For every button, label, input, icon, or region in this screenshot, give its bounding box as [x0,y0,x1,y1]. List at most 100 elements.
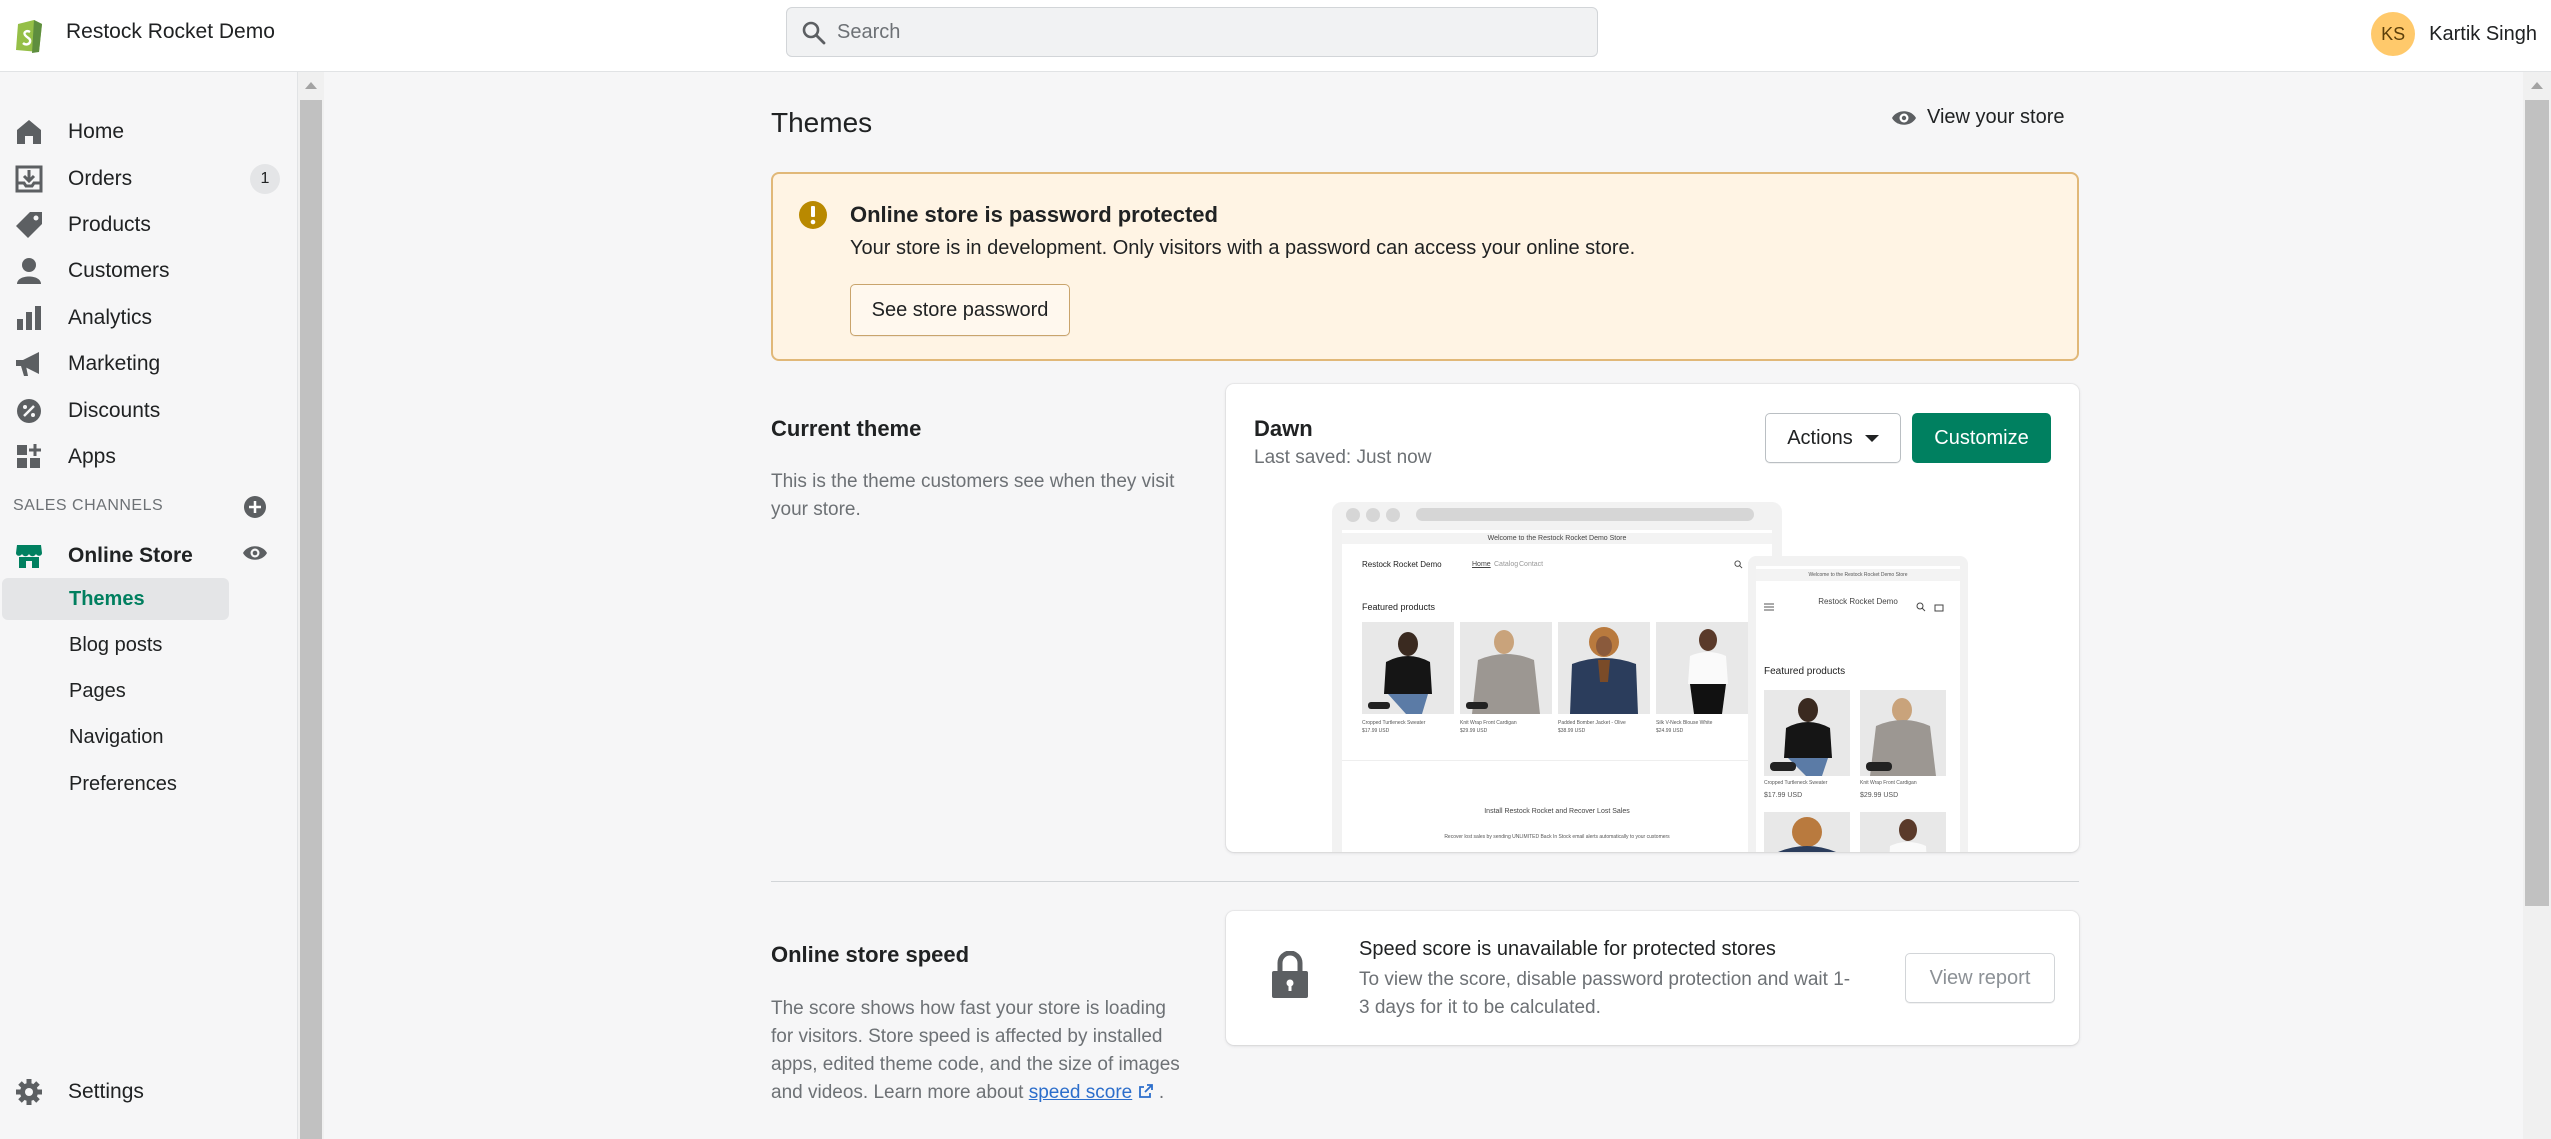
sales-channels-label: SALES CHANNELS [13,497,164,514]
orders-count-badge: 1 [250,164,280,194]
sidebar-subitem-preferences[interactable]: Preferences [2,763,229,805]
sidebar-item-label: Orders [68,167,133,190]
speed-score-link[interactable]: speed score [1029,1082,1133,1103]
speed-card-title: Speed score is unavailable for protected… [1359,938,1776,960]
sidebar-subitem-themes[interactable]: Themes [2,578,229,620]
gear-icon [16,1079,42,1105]
last-saved: Last saved: Just now [1254,447,1432,468]
user-menu[interactable]: KS Kartik Singh [2371,10,2537,58]
caret-down-icon [1864,434,1879,442]
megaphone-icon [16,352,39,376]
sidebar-item-analytics[interactable]: Analytics [14,296,284,340]
preview-search-icon [1734,560,1743,569]
preview-nav-contact: Contact [1519,561,1544,568]
store-name[interactable]: Restock Rocket Demo [66,20,275,44]
search-icon [802,21,826,45]
menu-icon [1764,603,1774,611]
customize-button[interactable]: Customize [1912,413,2051,463]
sidebar: Home Orders 1 Products Customers Analyti… [0,72,298,1139]
theme-name: Dawn [1254,416,1313,441]
external-link-icon [1138,1084,1153,1098]
sidebar-item-label: Apps [68,445,116,468]
preview-brand: Restock Rocket Demo [1818,597,1898,606]
sidebar-item-label: Home [68,120,125,143]
theme-preview-mobile[interactable]: Welcome to the Restock Rocket Demo Store… [1748,556,1968,852]
view-store-label: View your store [1927,106,2065,128]
sidebar-item-online-store[interactable]: Online Store [14,534,193,578]
product-name: Silk V-Neck Blouse White [1656,720,1713,726]
sidebar-item-label: Marketing [68,352,161,375]
sidebar-item-marketing[interactable]: Marketing [14,342,284,386]
preview-brand: Restock Rocket Demo [1362,560,1442,569]
product-price: $17.99 USD [1764,792,1803,799]
browser-chrome [1332,502,1782,526]
sidebar-item-label: Settings [68,1080,144,1103]
speed-description: The score shows how fast your store is l… [771,995,1181,1107]
banner-text: Your store is in development. Only visit… [850,237,1636,259]
eye-icon [1892,110,1916,125]
bar-chart-icon [17,306,41,330]
preview-section-title: Featured products [1764,666,1846,677]
browser-dot [1386,508,1400,522]
product-image [1656,622,1748,714]
preview-nav-home: Home [1472,561,1491,568]
preview-search-icon [1916,602,1926,612]
sidebar-subitem-navigation[interactable]: Navigation [2,716,229,758]
preview-footer-title: Install Restock Rocket and Recover Lost … [1484,808,1630,815]
sidebar-scroll-up-arrow[interactable] [305,82,317,89]
current-theme-heading: Current theme [771,416,922,441]
store-icon [16,545,42,568]
user-name[interactable]: Kartik Singh [2429,23,2537,46]
product-name: Padded Bomber Jacket - Olive [1558,720,1626,726]
speed-score-card: Speed score is unavailable for protected… [1226,911,2079,1045]
product-image [1362,622,1454,714]
shopify-logo-icon[interactable] [12,14,46,54]
eye-icon[interactable] [241,541,269,565]
password-protected-banner: Online store is password protected Your … [771,172,2079,361]
speed-card-text: To view the score, disable password prot… [1359,969,1851,1018]
main-scroll-up-arrow[interactable] [2531,82,2543,89]
avatar[interactable]: KS [2371,12,2416,56]
add-channel-icon[interactable] [243,495,267,519]
preview-nav-catalog: Catalog [1494,561,1519,568]
sidebar-item-products[interactable]: Products [14,203,284,247]
sidebar-item-label: Discounts [68,399,161,422]
sidebar-item-customers[interactable]: Customers [14,249,284,293]
current-theme-description: This is the theme customers see when the… [771,471,1175,520]
actions-dropdown-button[interactable]: Actions [1765,413,1901,463]
sidebar-item-orders[interactable]: Orders 1 [14,157,284,201]
search-input[interactable] [837,8,1577,56]
product-name: Cropped Turtleneck Sweater [1362,720,1426,726]
preview-section-title: Featured products [1362,602,1436,612]
search-bar[interactable] [786,7,1598,57]
tag-icon [16,212,42,238]
announcement-bar: Welcome to the Restock Rocket Demo Store [1342,533,1772,544]
view-report-button[interactable]: View report [1905,953,2055,1003]
sidebar-item-settings[interactable]: Settings [14,1070,284,1114]
sidebar-item-discounts[interactable]: Discounts [14,389,284,433]
lock-icon [1272,951,1308,998]
apps-icon [17,444,41,468]
sidebar-subitem-pages[interactable]: Pages [2,670,229,712]
product-price: $29.99 USD [1460,728,1488,734]
product-name: Cropped Turtleneck Sweater [1764,780,1828,786]
preview-divider [1342,760,1772,761]
see-store-password-button[interactable]: See store password [850,284,1070,336]
sidebar-item-label: Customers [68,259,170,282]
main-scrollbar-thumb[interactable] [2525,100,2549,906]
banner-title: Online store is password protected [850,202,1218,227]
theme-preview-desktop[interactable]: Welcome to the Restock Rocket Demo Store… [1332,502,1782,852]
preview-cart-icon [1934,604,1944,612]
sidebar-item-label: Online Store [68,544,193,567]
sidebar-subitem-blog-posts[interactable]: Blog posts [2,624,229,666]
announcement-bar: Welcome to the Restock Rocket Demo Store [1756,569,1960,581]
preview-footer-text: Recover lost sales by sending UNLIMITED … [1444,834,1670,840]
sidebar-scrollbar-thumb[interactable] [300,100,322,1139]
actions-label: Actions [1787,426,1853,449]
product-image [1764,690,1850,776]
sidebar-item-apps[interactable]: Apps [14,435,284,479]
view-store-link[interactable]: View your store [1891,106,2064,129]
product-price: $29.99 USD [1860,792,1899,799]
sidebar-item-home[interactable]: Home [14,110,284,154]
page-title: Themes [771,107,873,138]
